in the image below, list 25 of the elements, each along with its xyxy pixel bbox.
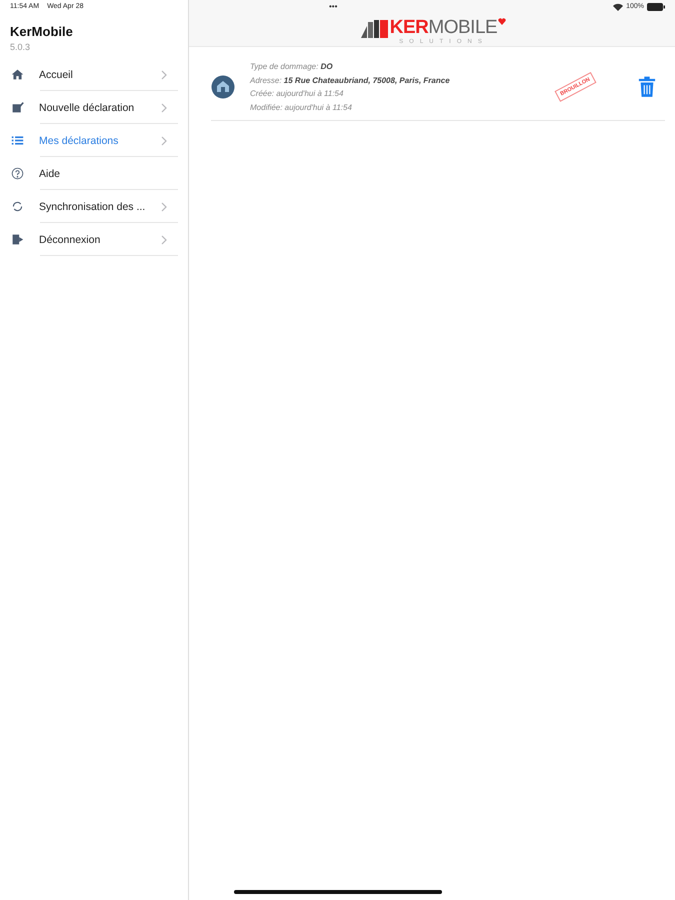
- declaration-detail: Modifiée: aujourd'hui à 11:54: [250, 102, 353, 114]
- house-icon: [211, 75, 235, 99]
- app-title: KerMobile: [9, 23, 74, 39]
- home-icon: [11, 68, 24, 81]
- declaration-detail: Créée: aujourd'hui à 11:54: [250, 88, 344, 100]
- edit-icon: [11, 101, 24, 114]
- app-version: 5.0.3: [9, 41, 32, 54]
- menu-item[interactable]: Accueil: [0, 58, 188, 91]
- menu-item[interactable]: Synchronisation des ...: [0, 190, 188, 223]
- list-icon: [11, 134, 24, 147]
- logout-icon: [11, 233, 24, 246]
- multitask-dots[interactable]: •••: [329, 2, 338, 11]
- sync-icon: [11, 200, 24, 213]
- help-icon: [11, 167, 24, 180]
- wifi-icon: [613, 2, 624, 10]
- menu-item[interactable]: Mes déclarations: [0, 124, 188, 157]
- menu-item[interactable]: Déconnexion: [0, 223, 188, 256]
- heart-icon: [498, 18, 506, 26]
- battery-icon: [647, 2, 665, 10]
- declaration-detail: Adresse: 15 Rue Chateaubriand, 75008, Paris, France: [250, 74, 451, 86]
- menu-item[interactable]: Aide: [0, 157, 188, 190]
- declaration-detail: Type de dommage: DO: [250, 61, 334, 73]
- trash-icon[interactable]: [638, 76, 656, 98]
- menu-item[interactable]: Nouvelle déclaration: [0, 91, 188, 124]
- building-icon: [360, 18, 389, 38]
